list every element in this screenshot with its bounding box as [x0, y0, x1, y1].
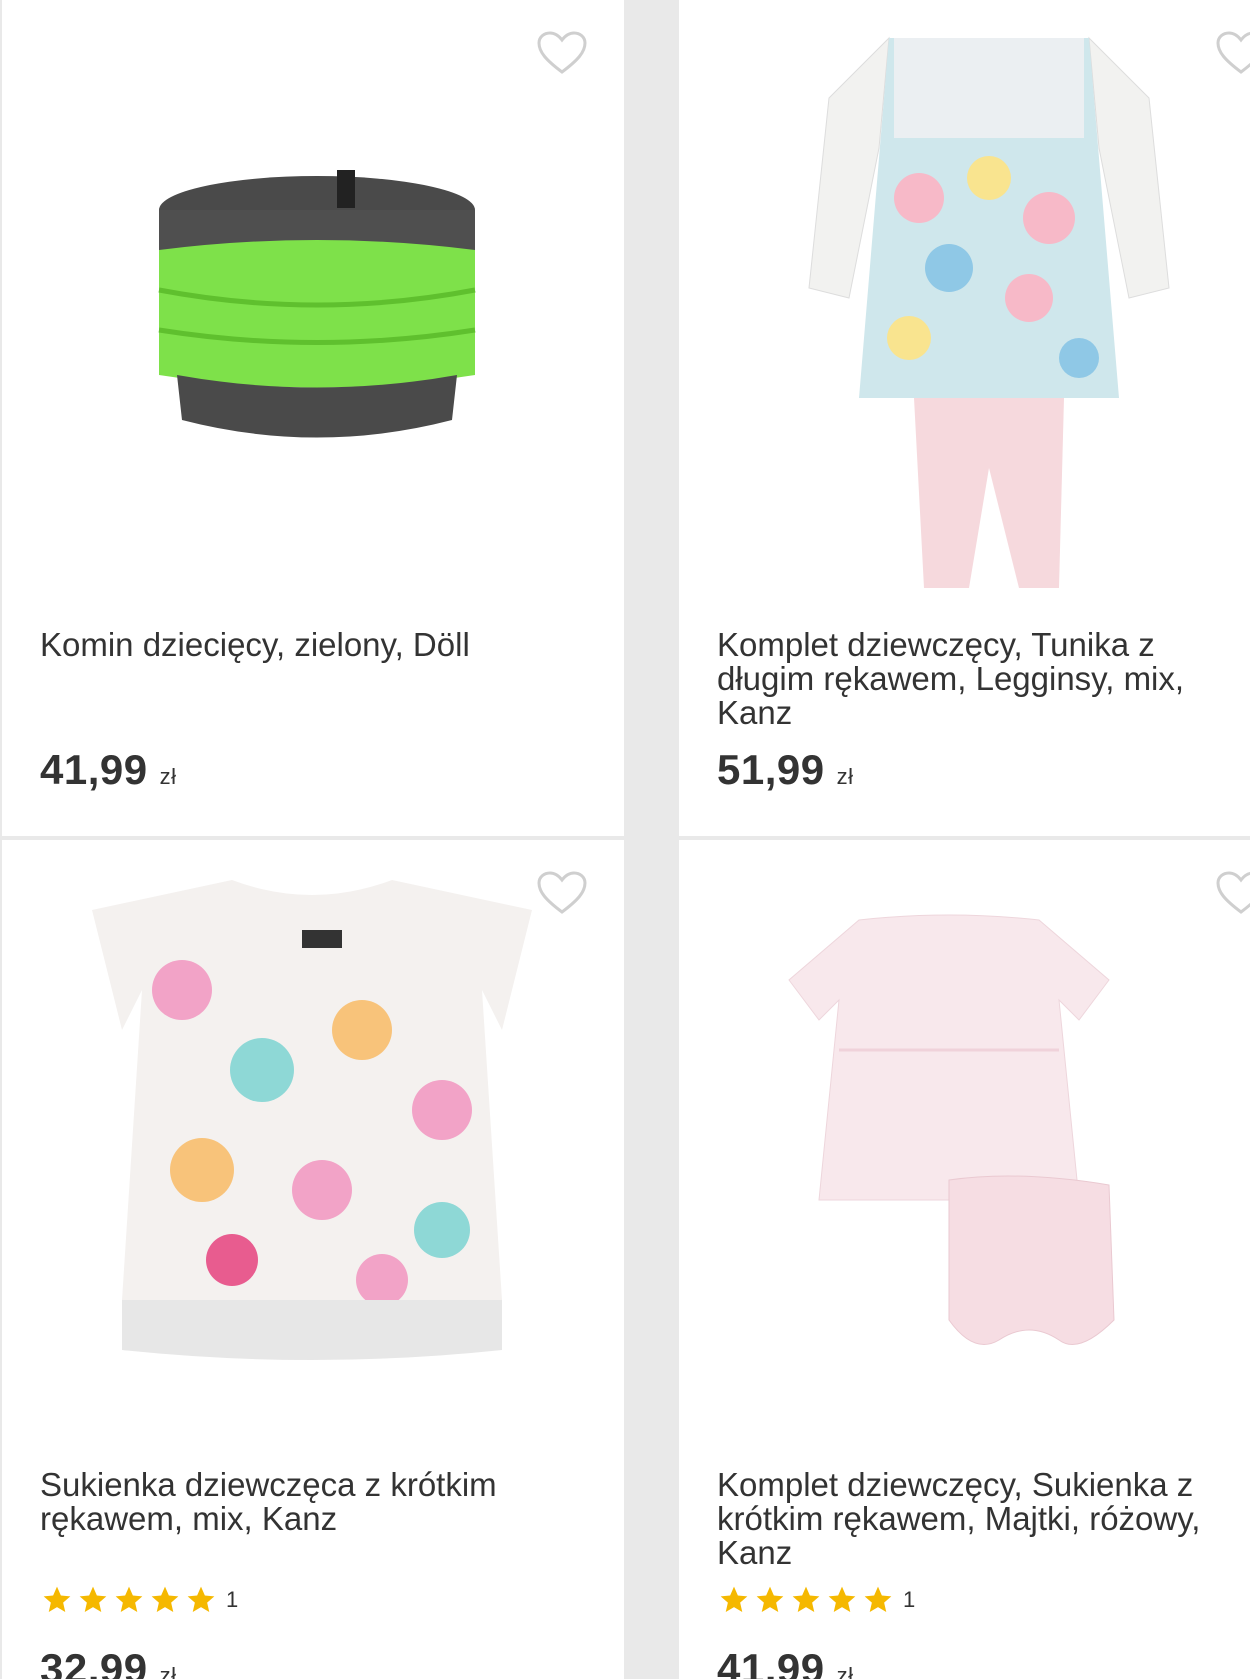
price-value: 51,99: [717, 746, 825, 793]
star-icon: [720, 1586, 748, 1612]
rating-count: 1: [903, 1587, 916, 1612]
product-card[interactable]: Komplet dziewczęcy, Tunika z długim ręka…: [679, 0, 1250, 836]
product-card[interactable]: Sukienka dziewczęca z krótkim rękawem, m…: [2, 840, 624, 1679]
star-icon: [756, 1586, 784, 1612]
product-price: 32,99 zł: [40, 1645, 177, 1679]
product-price: 41,99 zł: [717, 1645, 854, 1679]
currency-label: zł: [836, 764, 854, 789]
price-value: 41,99: [40, 746, 148, 793]
tunic-leggings-set-icon[interactable]: [799, 8, 1179, 608]
rating-count: 1: [226, 1587, 239, 1612]
knit-neck-warmer-icon[interactable]: [152, 170, 482, 460]
star-icon: [792, 1586, 820, 1612]
heart-icon[interactable]: [536, 30, 588, 76]
product-title[interactable]: Komin dziecięcy, zielony, Döll: [40, 628, 570, 662]
star-rating: 1: [40, 1584, 238, 1616]
star-icon: [79, 1586, 107, 1612]
product-title[interactable]: Komplet dziewczęcy, Tunika z długim ręka…: [717, 628, 1237, 730]
heart-icon[interactable]: [1215, 30, 1250, 76]
star-icon: [43, 1586, 71, 1612]
product-card[interactable]: Komin dziecięcy, zielony, Döll 41,99 zł: [2, 0, 624, 836]
star-icon: [828, 1586, 856, 1612]
star-icon: [115, 1586, 143, 1612]
product-price: 51,99 zł: [717, 746, 854, 794]
floral-dress-icon[interactable]: [82, 870, 542, 1370]
star-icon: [187, 1586, 215, 1612]
price-value: 32,99: [40, 1645, 148, 1679]
currency-label: zł: [159, 764, 177, 789]
heart-icon[interactable]: [536, 870, 588, 916]
currency-label: zł: [836, 1663, 854, 1679]
star-icon: [864, 1586, 892, 1612]
currency-label: zł: [159, 1663, 177, 1679]
pink-dress-bloomers-set-icon[interactable]: [779, 900, 1179, 1380]
product-card[interactable]: Komplet dziewczęcy, Sukienka z krótkim r…: [679, 840, 1250, 1679]
product-title[interactable]: Komplet dziewczęcy, Sukienka z krótkim r…: [717, 1468, 1237, 1570]
star-rating: 1: [717, 1584, 915, 1616]
product-title[interactable]: Sukienka dziewczęca z krótkim rękawem, m…: [40, 1468, 570, 1536]
product-grid: Komin dziecięcy, zielony, Döll 41,99 zł K…: [0, 0, 1250, 1679]
heart-icon[interactable]: [1215, 870, 1250, 916]
star-icon: [151, 1586, 179, 1612]
product-price: 41,99 zł: [40, 746, 177, 794]
price-value: 41,99: [717, 1645, 825, 1679]
